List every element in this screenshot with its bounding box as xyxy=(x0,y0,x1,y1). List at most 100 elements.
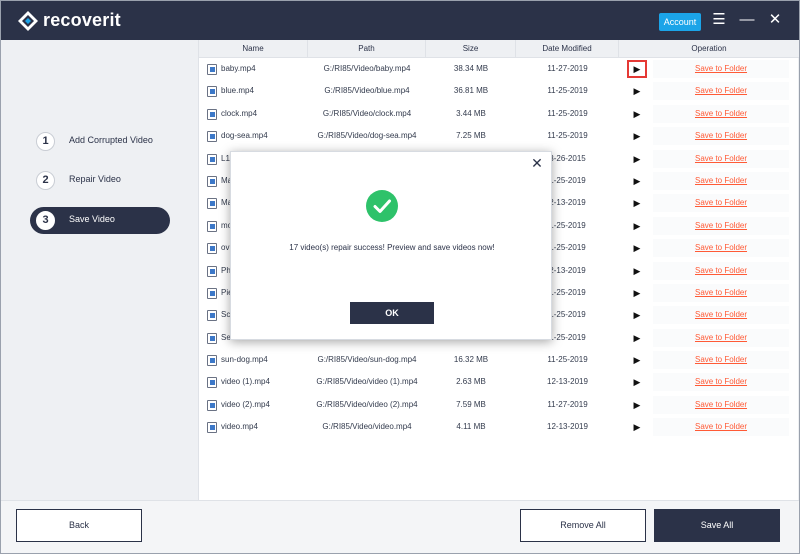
header-path[interactable]: Path xyxy=(308,40,426,58)
save-to-folder-link[interactable]: Save to Folder xyxy=(653,351,789,370)
cell-name: sun-dog.mp4 xyxy=(221,355,268,365)
repair-success-dialog: ✕ 17 video(s) repair success! Preview an… xyxy=(230,151,552,340)
step-number: 1 xyxy=(36,132,55,151)
close-window-icon[interactable]: ✕ xyxy=(767,11,783,29)
table-row[interactable]: video.mp4 G:/RI85/Video/video.mp4 4.11 MB 1… xyxy=(199,416,799,438)
save-to-folder-link[interactable]: Save to Folder xyxy=(653,60,789,78)
save-to-folder-link[interactable]: Save to Folder xyxy=(653,104,789,123)
save-to-folder-link[interactable]: Save to Folder xyxy=(653,149,789,168)
cell-size: 3.44 MB xyxy=(456,108,486,118)
save-to-folder-link[interactable]: Save to Folder xyxy=(653,171,789,190)
success-check-icon xyxy=(366,190,398,222)
footer-bar: Back Remove All Save All xyxy=(1,500,799,553)
video-file-icon xyxy=(207,64,217,75)
play-icon[interactable]: ▶ xyxy=(627,351,647,370)
remove-all-button[interactable]: Remove All xyxy=(520,509,646,542)
video-file-icon xyxy=(207,332,217,344)
video-file-icon xyxy=(207,198,217,210)
play-icon[interactable]: ▶ xyxy=(627,373,647,392)
header-size[interactable]: Size xyxy=(426,40,516,58)
cell-size: 7.25 MB xyxy=(456,131,486,141)
menu-icon[interactable]: ☰ xyxy=(711,11,727,29)
play-icon[interactable]: ▶ xyxy=(627,216,647,235)
play-icon[interactable]: ▶ xyxy=(627,306,647,325)
play-icon[interactable]: ▶ xyxy=(627,261,647,280)
back-button[interactable]: Back xyxy=(16,509,142,542)
save-to-folder-link[interactable]: Save to Folder xyxy=(653,82,789,101)
save-to-folder-link[interactable]: Save to Folder xyxy=(653,194,789,213)
save-to-folder-link[interactable]: Save to Folder xyxy=(653,239,789,258)
table-row[interactable]: video (2).mp4 G:/RI85/Video/video (2).mp4… xyxy=(199,394,799,416)
video-file-icon xyxy=(207,377,217,389)
play-icon[interactable]: ▶ xyxy=(627,395,647,414)
cell-path: G:/RI85/Video/blue.mp4 xyxy=(324,86,410,96)
header-name[interactable]: Name xyxy=(199,40,308,58)
save-to-folder-link[interactable]: Save to Folder xyxy=(653,261,789,280)
video-file-icon xyxy=(207,108,217,120)
play-icon[interactable]: ▶ xyxy=(627,82,647,101)
table-row[interactable]: clock.mp4 G:/RI85/Video/clock.mp4 3.44 MB 1… xyxy=(199,103,799,125)
play-icon[interactable]: ▶ xyxy=(627,149,647,168)
table-row[interactable]: video (1).mp4 G:/RI85/Video/video (1).mp4… xyxy=(199,371,799,393)
cell-name: video (1).mp4 xyxy=(221,377,270,387)
video-file-icon xyxy=(207,175,217,187)
cell-size: 2.63 MB xyxy=(456,377,486,387)
ok-button[interactable]: OK xyxy=(350,302,434,324)
cell-path: G:/RI85/Video/clock.mp4 xyxy=(322,108,412,118)
cell-path: G:/RI85/Video/dog-sea.mp4 xyxy=(317,131,417,141)
step-repair-video: 2 Repair Video xyxy=(30,167,170,194)
play-icon[interactable]: ▶ xyxy=(627,171,647,190)
step-label: Repair Video xyxy=(69,174,121,184)
table-row[interactable]: sun-dog.mp4 G:/RI85/Video/sun-dog.mp4 16.3… xyxy=(199,349,799,371)
save-to-folder-link[interactable]: Save to Folder xyxy=(653,418,789,437)
play-icon[interactable]: ▶ xyxy=(627,104,647,123)
play-icon[interactable]: ▶ xyxy=(627,418,647,437)
close-dialog-icon[interactable]: ✕ xyxy=(530,156,544,170)
cell-size: 16.32 MB xyxy=(453,355,489,365)
save-to-folder-link[interactable]: Save to Folder xyxy=(653,395,789,414)
video-file-icon xyxy=(207,310,217,322)
cell-name: baby.mp4 xyxy=(221,64,256,73)
step-add-corrupted-video: 1 Add Corrupted Video xyxy=(30,128,170,155)
cell-size: 38.34 MB xyxy=(453,64,489,73)
table-row[interactable]: blue.mp4 G:/RI85/Video/blue.mp4 36.81 MB 11… xyxy=(199,80,799,102)
cell-path: G:/RI85/Video/video (2).mp4 xyxy=(316,399,418,409)
video-file-icon xyxy=(207,422,217,434)
account-button[interactable]: Account xyxy=(659,13,701,31)
step-label: Add Corrupted Video xyxy=(69,135,153,145)
cell-size: 36.81 MB xyxy=(453,86,489,96)
cell-date: 11-25-2019 xyxy=(547,355,588,365)
table-row[interactable]: baby.mp4 G:/RI85/Video/baby.mp4 38.34 MB 11… xyxy=(199,58,799,80)
save-to-folder-link[interactable]: Save to Folder xyxy=(653,283,789,302)
play-icon[interactable]: ▶ xyxy=(627,328,647,347)
minimize-icon[interactable]: — xyxy=(739,11,755,29)
cell-name: blue.mp4 xyxy=(221,86,254,96)
step-save-video: 3 Save Video xyxy=(30,207,170,234)
video-file-icon xyxy=(207,399,217,411)
header-date-modified[interactable]: Date Modified xyxy=(516,40,619,58)
cell-date: 12-13-2019 xyxy=(547,377,588,387)
play-icon[interactable]: ▶ xyxy=(627,239,647,258)
save-to-folder-link[interactable]: Save to Folder xyxy=(653,373,789,392)
step-number: 3 xyxy=(36,211,55,230)
save-to-folder-link[interactable]: Save to Folder xyxy=(653,328,789,347)
cell-path: G:/RI85/Video/sun-dog.mp4 xyxy=(317,355,417,365)
cell-name: dog-sea.mp4 xyxy=(221,131,268,141)
play-icon[interactable]: ▶ xyxy=(627,194,647,213)
save-all-button[interactable]: Save All xyxy=(654,509,780,542)
play-icon[interactable]: ▶ xyxy=(627,60,647,78)
table-row[interactable]: dog-sea.mp4 G:/RI85/Video/dog-sea.mp4 7.25… xyxy=(199,125,799,147)
app-window: recoverit Account ☰ — ✕ 1 Add Corrupted … xyxy=(0,0,800,554)
cell-date: 11-25-2019 xyxy=(547,86,588,96)
save-to-folder-link[interactable]: Save to Folder xyxy=(653,306,789,325)
video-file-icon xyxy=(207,243,217,255)
cell-date: 12-13-2019 xyxy=(547,422,588,432)
cell-path: G:/RI85/Video/video (1).mp4 xyxy=(316,377,418,387)
header-operation: Operation xyxy=(691,44,727,53)
cell-date: 11-27-2019 xyxy=(547,64,588,73)
play-icon[interactable]: ▶ xyxy=(627,283,647,302)
save-to-folder-link[interactable]: Save to Folder xyxy=(653,216,789,235)
cell-date: 11-25-2019 xyxy=(547,131,588,141)
play-icon[interactable]: ▶ xyxy=(627,127,647,146)
save-to-folder-link[interactable]: Save to Folder xyxy=(653,127,789,146)
